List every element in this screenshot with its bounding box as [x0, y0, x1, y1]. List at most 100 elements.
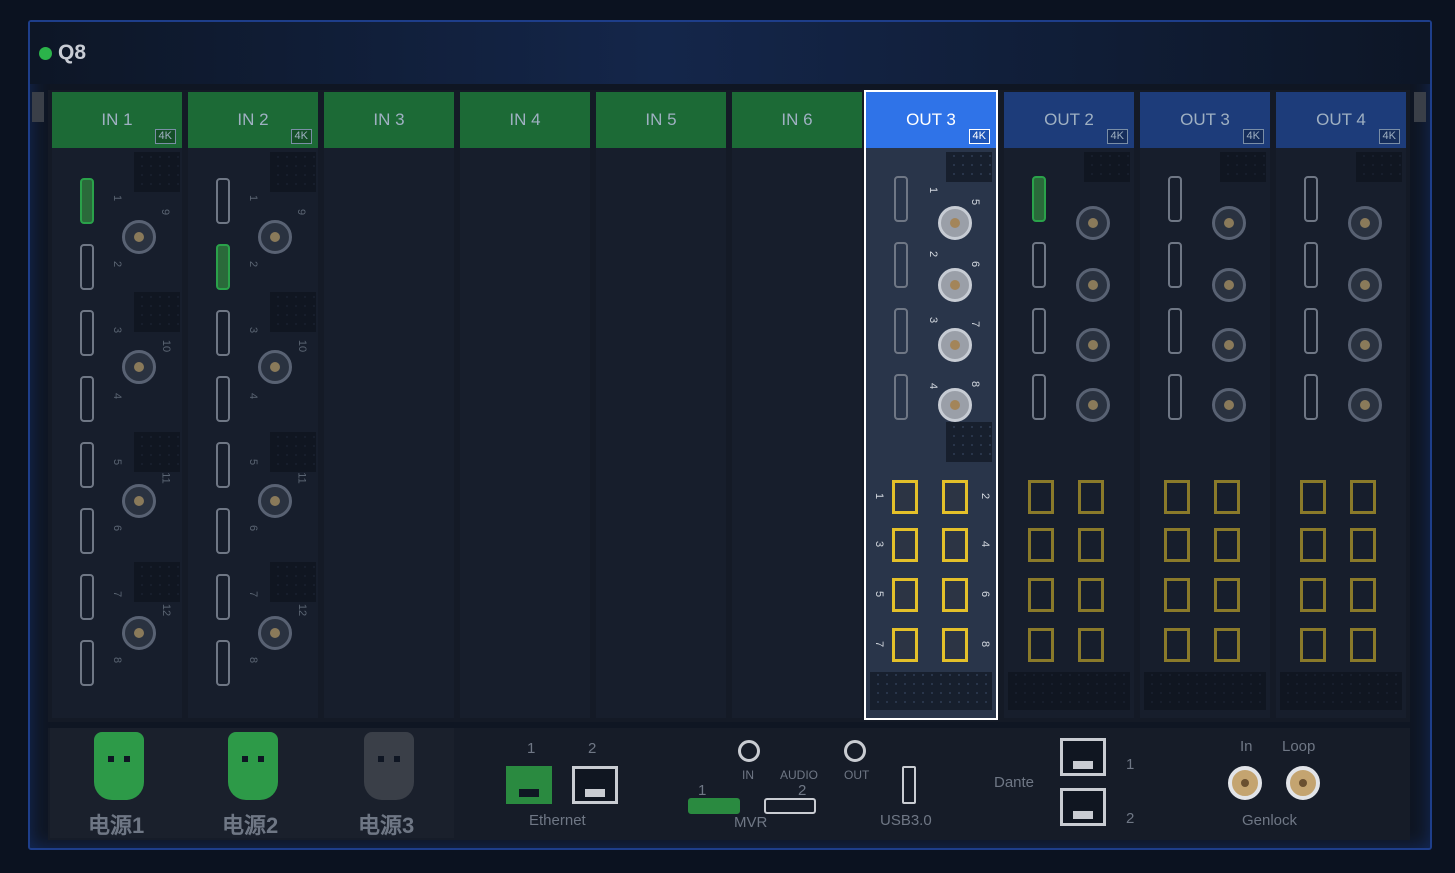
fiber-port[interactable] [1300, 628, 1326, 662]
dante-port-icon[interactable] [1060, 788, 1106, 826]
hdmi-port[interactable] [80, 376, 94, 422]
hdmi-port[interactable] [1304, 308, 1318, 354]
hdmi-port[interactable] [216, 376, 230, 422]
slot-in-3[interactable]: IN 3 [324, 92, 454, 718]
hdmi-port[interactable] [216, 640, 230, 686]
fiber-port[interactable] [1164, 578, 1190, 612]
sdi-connector[interactable] [122, 616, 156, 650]
hdmi-port[interactable] [216, 310, 230, 356]
hdmi-port[interactable] [1032, 308, 1046, 354]
sdi-connector[interactable] [258, 350, 292, 384]
fiber-port[interactable] [1078, 578, 1104, 612]
fiber-port[interactable] [1078, 528, 1104, 562]
hdmi-port-icon[interactable] [764, 798, 816, 814]
fiber-port[interactable] [1028, 528, 1054, 562]
slot-in-5[interactable]: IN 5 [596, 92, 726, 718]
fiber-port[interactable] [892, 480, 918, 514]
hdmi-port[interactable] [216, 508, 230, 554]
genlock-loop-connector[interactable] [1286, 766, 1320, 800]
hdmi-port[interactable] [216, 574, 230, 620]
fiber-port[interactable] [942, 480, 968, 514]
sdi-connector[interactable] [258, 616, 292, 650]
hdmi-port-icon[interactable] [688, 798, 740, 814]
slot-in-6[interactable]: IN 6 [732, 92, 862, 718]
hdmi-port[interactable] [1168, 374, 1182, 420]
fiber-port[interactable] [1028, 628, 1054, 662]
power-plug-icon[interactable] [94, 732, 144, 800]
sdi-connector[interactable] [938, 268, 972, 302]
slot-out-4[interactable]: OUT 4 4K [1276, 92, 1406, 718]
sdi-connector[interactable] [1212, 388, 1246, 422]
hdmi-port[interactable] [1304, 374, 1318, 420]
sdi-connector[interactable] [1348, 268, 1382, 302]
dante-port-icon[interactable] [1060, 738, 1106, 776]
ethernet-port-icon[interactable] [572, 766, 618, 804]
hdmi-port[interactable] [216, 244, 230, 290]
slot-in-1[interactable]: IN 1 4K 1 2 3 4 5 6 7 8 9 10 11 12 [52, 92, 182, 718]
audio-out-jack[interactable] [844, 740, 866, 762]
sdi-connector[interactable] [938, 328, 972, 362]
hdmi-port[interactable] [80, 178, 94, 224]
hdmi-port[interactable] [1304, 176, 1318, 222]
fiber-port[interactable] [1028, 578, 1054, 612]
sdi-connector[interactable] [258, 220, 292, 254]
hdmi-port[interactable] [1304, 242, 1318, 288]
hdmi-port[interactable] [894, 308, 908, 354]
fiber-port[interactable] [942, 628, 968, 662]
fiber-port[interactable] [1350, 480, 1376, 514]
power-plug-icon[interactable] [364, 732, 414, 800]
hdmi-port[interactable] [894, 176, 908, 222]
sdi-connector[interactable] [1076, 388, 1110, 422]
hdmi-port[interactable] [1168, 176, 1182, 222]
sdi-connector[interactable] [1076, 328, 1110, 362]
slot-out-3[interactable]: OUT 3 4K [1140, 92, 1270, 718]
ethernet-port-icon[interactable] [506, 766, 552, 804]
slot-out-2[interactable]: OUT 2 4K [1004, 92, 1134, 718]
fiber-port[interactable] [1214, 480, 1240, 514]
hdmi-port[interactable] [80, 574, 94, 620]
fiber-port[interactable] [1350, 528, 1376, 562]
fiber-port[interactable] [1028, 480, 1054, 514]
sdi-connector[interactable] [122, 220, 156, 254]
hdmi-port[interactable] [80, 442, 94, 488]
sdi-connector[interactable] [122, 484, 156, 518]
fiber-port[interactable] [942, 578, 968, 612]
fiber-port[interactable] [1214, 528, 1240, 562]
slot-in-2[interactable]: IN 2 4K 1 2 3 4 5 6 7 8 9 10 11 12 [188, 92, 318, 718]
hdmi-port[interactable] [1032, 242, 1046, 288]
sdi-connector[interactable] [1348, 206, 1382, 240]
slot-in-4[interactable]: IN 4 [460, 92, 590, 718]
fiber-port[interactable] [1300, 528, 1326, 562]
sdi-connector[interactable] [1076, 206, 1110, 240]
fiber-port[interactable] [1300, 578, 1326, 612]
slot-out-3-selected[interactable]: OUT 3 4K 1 2 3 4 5 6 7 8 1 2 3 4 5 6 7 8 [864, 90, 998, 720]
fiber-port[interactable] [892, 578, 918, 612]
fiber-port[interactable] [1214, 578, 1240, 612]
hdmi-port[interactable] [1032, 176, 1046, 222]
hdmi-port[interactable] [1168, 308, 1182, 354]
fiber-port[interactable] [1350, 628, 1376, 662]
fiber-port[interactable] [1350, 578, 1376, 612]
sdi-connector[interactable] [122, 350, 156, 384]
sdi-connector[interactable] [938, 206, 972, 240]
fiber-port[interactable] [1164, 628, 1190, 662]
hdmi-port[interactable] [80, 640, 94, 686]
hdmi-port[interactable] [80, 508, 94, 554]
hdmi-port[interactable] [894, 242, 908, 288]
power-plug-icon[interactable] [228, 732, 278, 800]
usb-port-icon[interactable] [902, 766, 916, 804]
fiber-port[interactable] [892, 628, 918, 662]
audio-in-jack[interactable] [738, 740, 760, 762]
hdmi-port[interactable] [216, 442, 230, 488]
fiber-port[interactable] [1164, 528, 1190, 562]
fiber-port[interactable] [1300, 480, 1326, 514]
hdmi-port[interactable] [80, 244, 94, 290]
fiber-port[interactable] [1164, 480, 1190, 514]
fiber-port[interactable] [892, 528, 918, 562]
sdi-connector[interactable] [1076, 268, 1110, 302]
sdi-connector[interactable] [938, 388, 972, 422]
hdmi-port[interactable] [1032, 374, 1046, 420]
hdmi-port[interactable] [1168, 242, 1182, 288]
hdmi-port[interactable] [80, 310, 94, 356]
sdi-connector[interactable] [1212, 328, 1246, 362]
